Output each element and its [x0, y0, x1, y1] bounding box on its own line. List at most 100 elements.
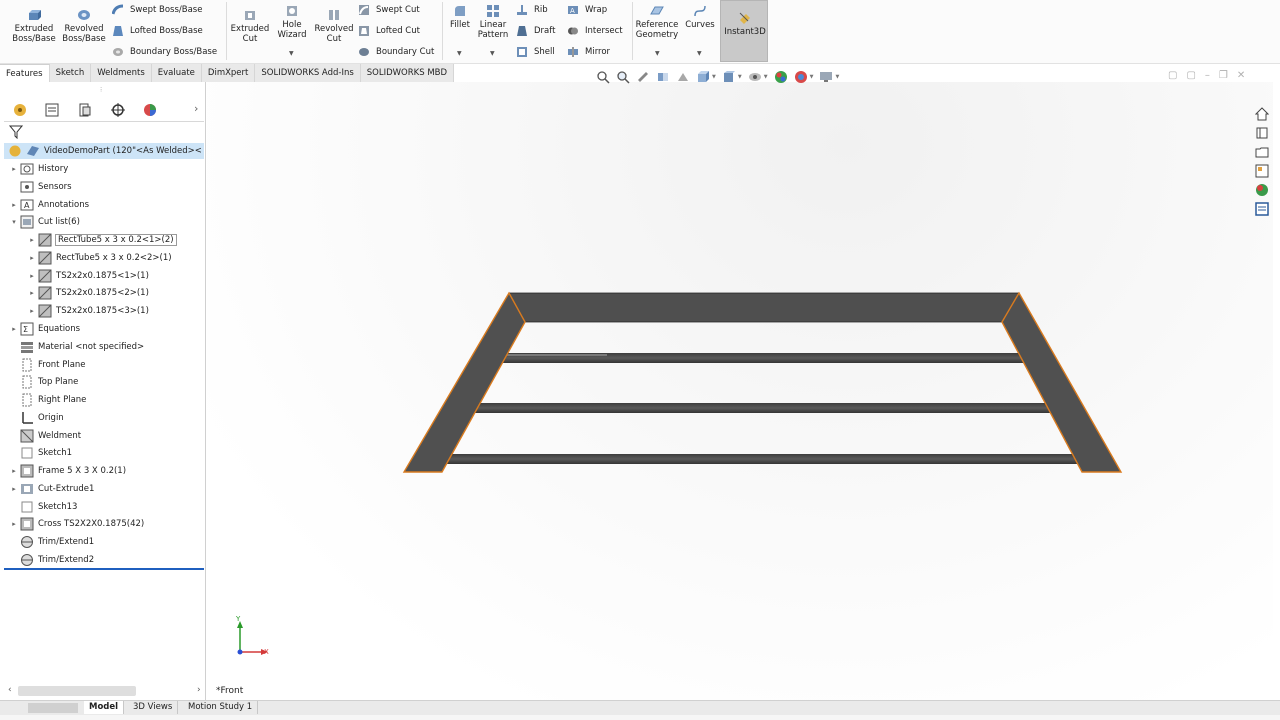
tree-item-trim-extend1[interactable]: Trim/Extend1: [8, 534, 94, 550]
apply-scene-dropdown[interactable]: ▼: [810, 74, 814, 80]
tree-item-origin[interactable]: Origin: [8, 410, 64, 426]
view-settings-icon[interactable]: [819, 70, 833, 84]
tab-scroll-buttons[interactable]: [28, 703, 78, 713]
tab-solidworks-add-ins[interactable]: SOLIDWORKS Add-Ins: [255, 64, 361, 82]
top-rail[interactable]: [508, 292, 1020, 323]
horizontal-scrollbar[interactable]: [18, 686, 136, 696]
tab-3d-views[interactable]: 3D Views: [128, 701, 179, 714]
expand-arrow-icon[interactable]: ▸: [8, 467, 20, 475]
draft-button[interactable]: Draft: [516, 24, 555, 38]
hide-show-dropdown[interactable]: ▼: [764, 74, 768, 80]
filter-icon[interactable]: [9, 125, 23, 139]
mirror-button[interactable]: Mirror: [567, 45, 610, 59]
view-orientation-icon[interactable]: [696, 70, 710, 84]
display-manager-icon[interactable]: [142, 102, 158, 118]
expand-arrow-icon[interactable]: ▸: [26, 289, 38, 297]
tree-item-sketch1[interactable]: Sketch1: [8, 445, 72, 461]
tree-item-weldment[interactable]: Weldment: [8, 428, 81, 444]
graphics-area[interactable]: Y X: [207, 82, 1273, 700]
custom-properties-icon[interactable]: [1255, 202, 1269, 216]
rollback-bar[interactable]: [4, 568, 204, 570]
curves-button[interactable]: Curves: [684, 4, 716, 30]
lofted-cut-button[interactable]: Lofted Cut: [358, 24, 420, 38]
chevron-right-icon[interactable]: ›: [194, 102, 198, 115]
display-style-dropdown[interactable]: ▼: [738, 74, 742, 80]
window-tile-icon[interactable]: ▢: [1168, 70, 1177, 81]
shell-button[interactable]: Shell: [516, 45, 555, 59]
tree-item-cut-list-body[interactable]: ▸ RectTube5 x 3 x 0.2<2>(1): [26, 250, 172, 266]
expand-arrow-icon[interactable]: ▸: [8, 520, 20, 528]
tab-weldments[interactable]: Weldments: [91, 64, 152, 82]
hole-wizard-button[interactable]: Hole Wizard: [270, 4, 314, 40]
tab-solidworks-mbd[interactable]: SOLIDWORKS MBD: [360, 64, 455, 82]
view-orientation-dropdown[interactable]: ▼: [712, 74, 716, 80]
tab-dimxpert[interactable]: DimXpert: [201, 64, 256, 82]
right-leg[interactable]: [1001, 291, 1123, 473]
cross-member[interactable]: [469, 403, 1055, 413]
lofted-boss-button[interactable]: Lofted Boss/Base: [112, 24, 203, 38]
apply-scene-icon[interactable]: [794, 70, 808, 84]
tree-item-trim-extend2[interactable]: Trim/Extend2: [8, 552, 94, 568]
collapse-arrow-icon[interactable]: ▾: [8, 218, 20, 226]
tab-sketch[interactable]: Sketch: [49, 64, 92, 82]
display-style-icon[interactable]: [722, 70, 736, 84]
cross-member[interactable]: [497, 353, 1027, 363]
revolved-boss-button[interactable]: Revolved Boss/Base: [60, 8, 108, 44]
zoom-to-area-icon[interactable]: [616, 70, 630, 84]
configuration-manager-icon[interactable]: [77, 102, 93, 118]
tab-motion-study-1[interactable]: Motion Study 1: [183, 701, 259, 714]
pane-splitter-handle[interactable]: ⁝: [100, 86, 102, 94]
tree-item-cut-list-body[interactable]: ▸ TS2x2x0.1875<2>(1): [26, 285, 149, 301]
cross-member[interactable]: [439, 454, 1085, 464]
wrap-button[interactable]: A Wrap: [567, 3, 607, 17]
window-cascade-icon[interactable]: ▢: [1186, 70, 1195, 81]
tree-item-frame[interactable]: ▸ Frame 5 X 3 X 0.2(1): [8, 463, 126, 479]
view-settings-dropdown[interactable]: ▼: [835, 74, 839, 80]
linear-pattern-dropdown[interactable]: ▼: [490, 50, 495, 57]
tree-item-sensors[interactable]: Sensors: [8, 179, 72, 195]
fillet-button[interactable]: Fillet: [446, 4, 474, 30]
expand-arrow-icon[interactable]: ▸: [8, 201, 20, 209]
revolved-cut-button[interactable]: Revolved Cut: [312, 8, 356, 44]
minimize-icon[interactable]: –: [1205, 70, 1210, 81]
expand-arrow-icon[interactable]: ▸: [26, 307, 38, 315]
hole-wizard-dropdown[interactable]: ▼: [289, 50, 294, 57]
swept-cut-button[interactable]: Swept Cut: [358, 3, 420, 17]
dimxpert-manager-icon[interactable]: [110, 102, 126, 118]
tree-item-right-plane[interactable]: Right Plane: [8, 392, 86, 408]
expand-arrow-icon[interactable]: ▸: [26, 236, 38, 244]
curves-dropdown[interactable]: ▼: [697, 50, 702, 57]
expand-arrow-icon[interactable]: ▸: [8, 485, 20, 493]
reference-geometry-button[interactable]: Reference Geometry: [634, 4, 680, 40]
close-icon[interactable]: ✕: [1237, 70, 1245, 81]
edit-appearance-icon[interactable]: [774, 70, 788, 84]
appearances-icon[interactable]: [1255, 183, 1269, 197]
previous-view-icon[interactable]: [636, 70, 650, 84]
tree-item-front-plane[interactable]: Front Plane: [8, 357, 86, 373]
hide-show-items-icon[interactable]: [748, 70, 762, 84]
boundary-cut-button[interactable]: Boundary Cut: [358, 45, 434, 59]
tree-item-sketch13[interactable]: Sketch13: [8, 499, 77, 515]
reference-geometry-dropdown[interactable]: ▼: [655, 50, 660, 57]
tree-item-cross[interactable]: ▸ Cross TS2X2X0.1875(42): [8, 516, 144, 532]
scroll-right-icon[interactable]: ›: [197, 685, 201, 695]
zoom-to-fit-icon[interactable]: [596, 70, 610, 84]
weldment-frame-model[interactable]: [207, 82, 1273, 700]
tree-item-cut-extrude1[interactable]: ▸ Cut-Extrude1: [8, 481, 94, 497]
dynamic-annotation-icon[interactable]: [676, 70, 690, 84]
expand-arrow-icon[interactable]: ▸: [8, 325, 20, 333]
tree-item-cut-list[interactable]: ▾ Cut list(6): [8, 214, 80, 230]
extruded-cut-button[interactable]: Extruded Cut: [228, 8, 272, 44]
section-view-icon[interactable]: [656, 70, 670, 84]
expand-arrow-icon[interactable]: ▸: [26, 272, 38, 280]
extruded-boss-button[interactable]: Extruded Boss/Base: [10, 8, 58, 44]
tab-features[interactable]: Features: [0, 64, 50, 82]
tree-item-equations[interactable]: ▸ Σ Equations: [8, 321, 80, 337]
tree-item-cut-list-body[interactable]: ▸ TS2x2x0.1875<3>(1): [26, 303, 149, 319]
tree-item-cut-list-body[interactable]: ▸ TS2x2x0.1875<1>(1): [26, 268, 149, 284]
intersect-button[interactable]: Intersect: [567, 24, 623, 38]
tree-item-cut-list-body[interactable]: ▸ RectTube5 x 3 x 0.2<1>(2): [26, 232, 177, 248]
expand-arrow-icon[interactable]: ▸: [26, 254, 38, 262]
design-library-icon[interactable]: [1255, 126, 1269, 140]
tree-item-history[interactable]: ▸ History: [8, 161, 68, 177]
